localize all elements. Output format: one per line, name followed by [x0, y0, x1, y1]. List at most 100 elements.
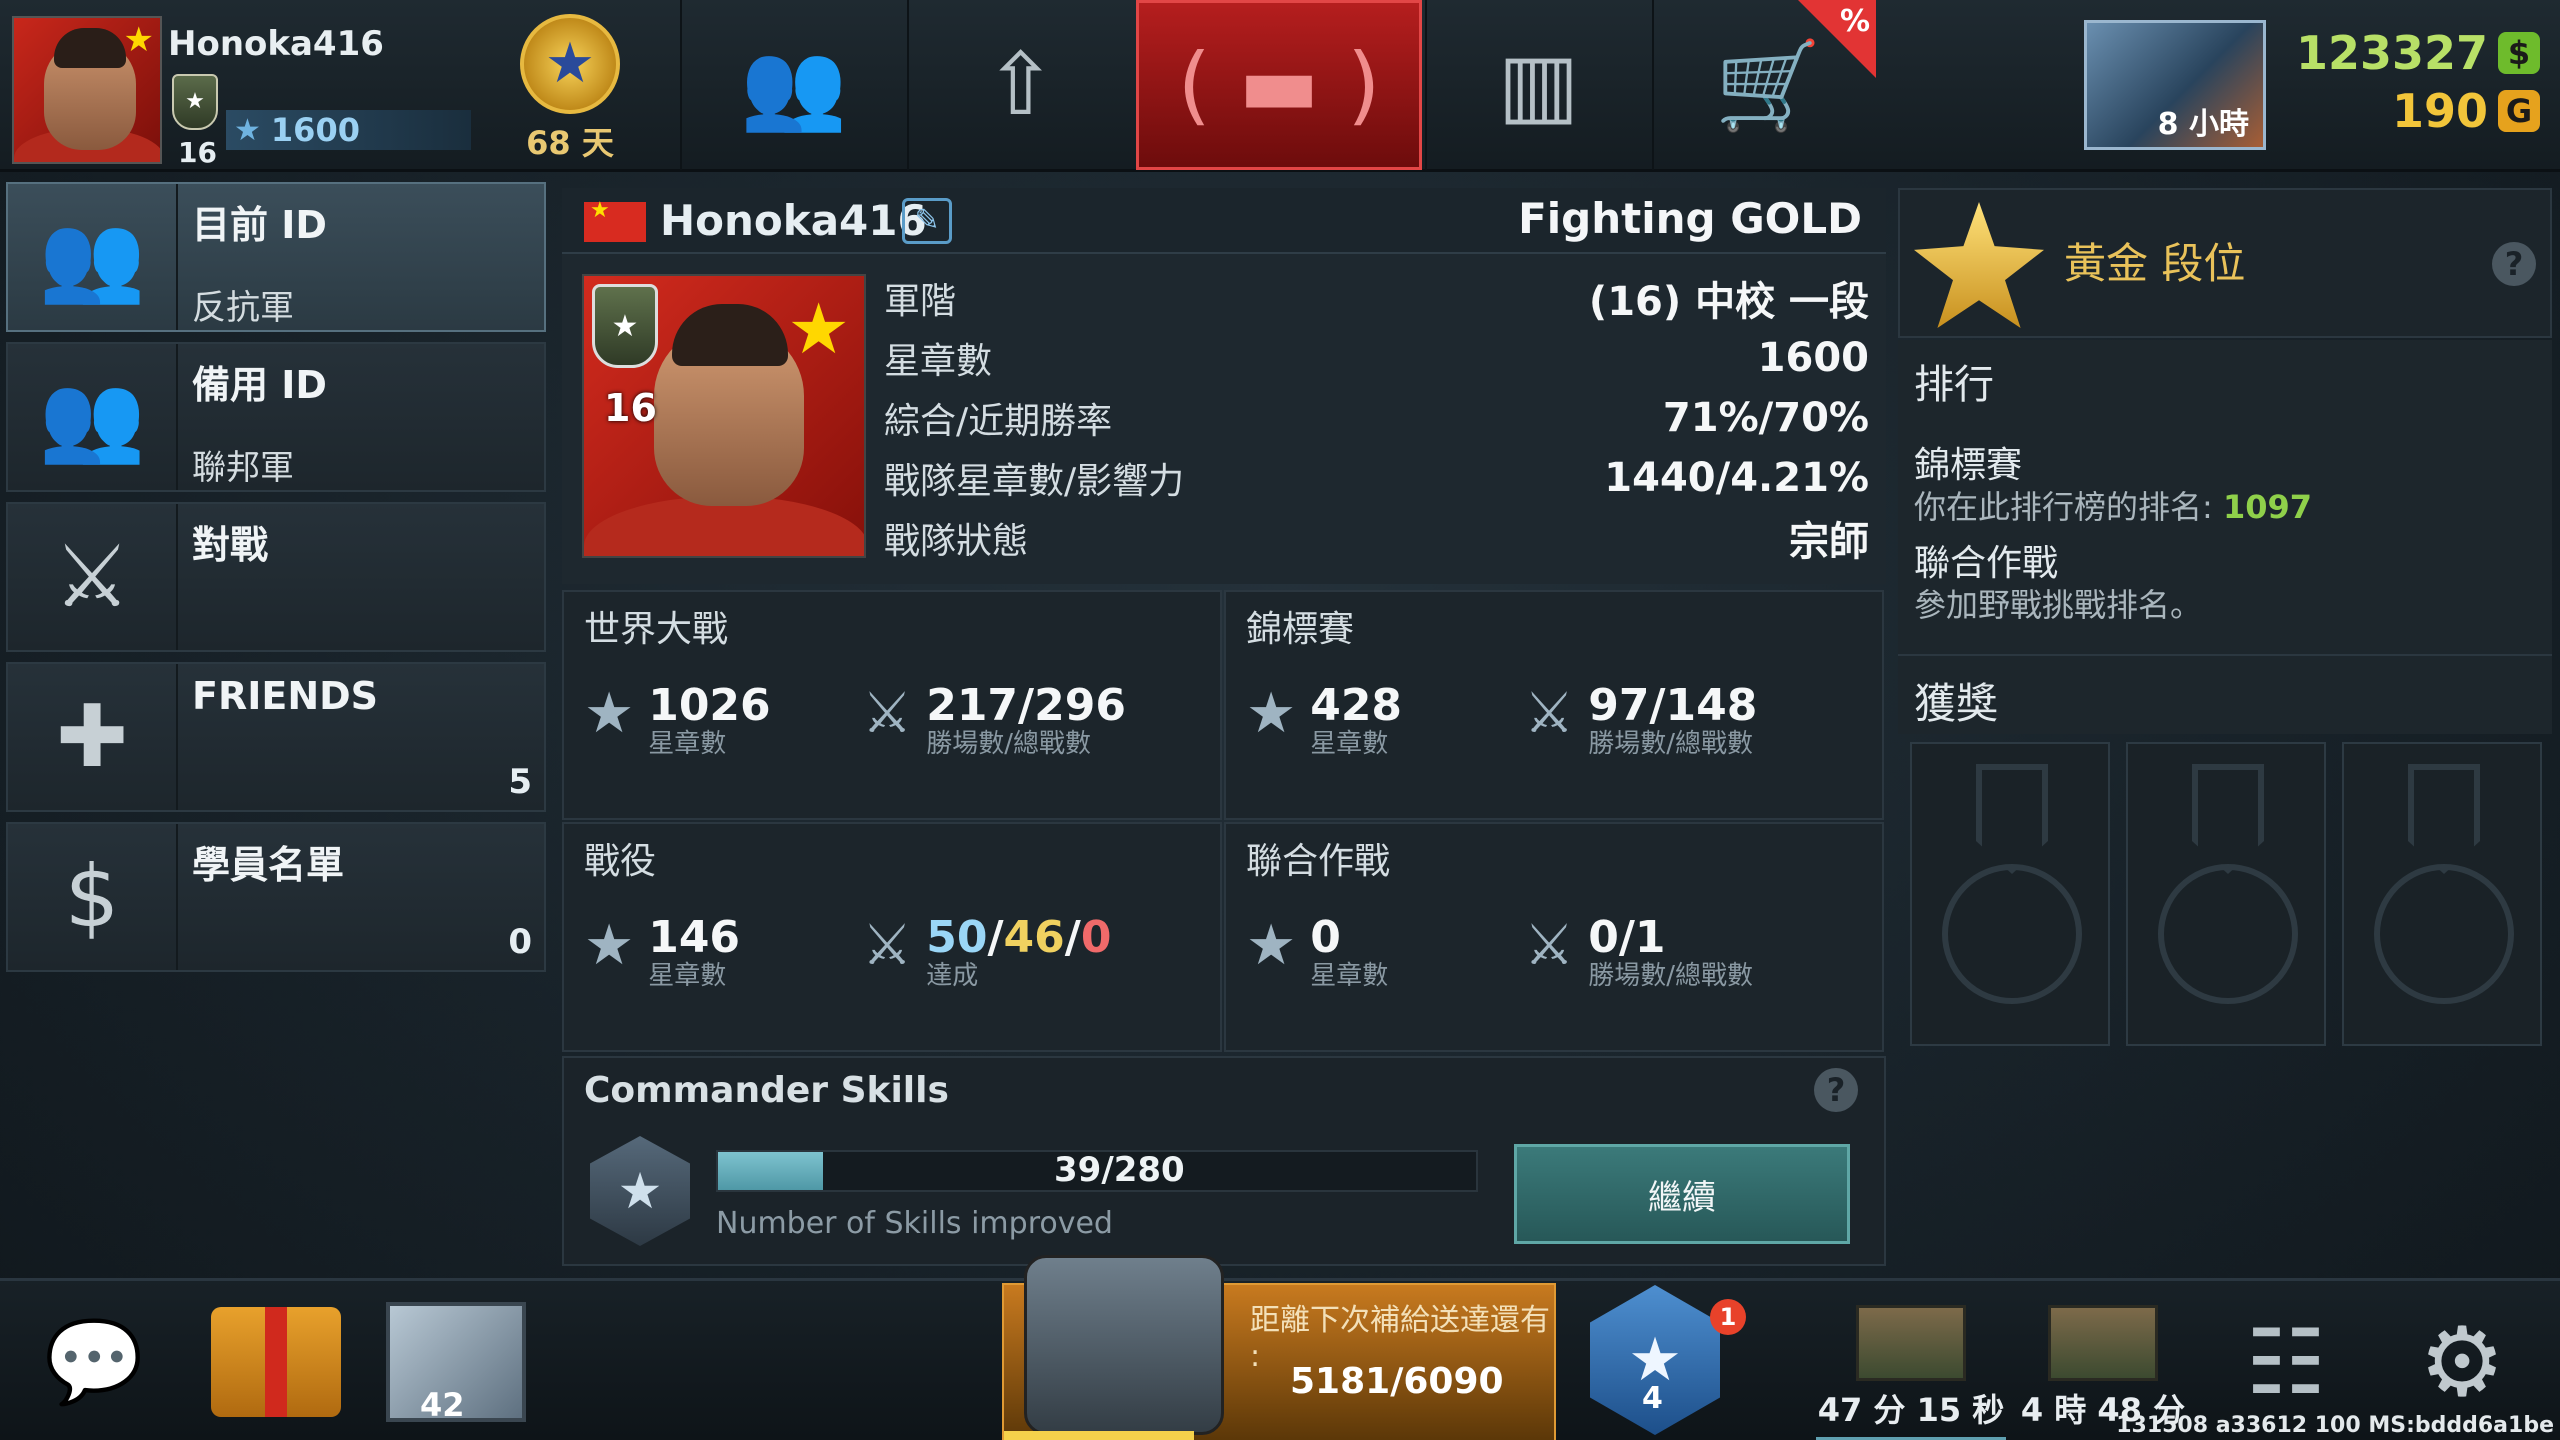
tab-leaderboard[interactable]: ▥ [1425, 0, 1650, 170]
award-slot[interactable] [2342, 742, 2542, 1046]
sidebar-item-friends[interactable]: ✚ FRIENDS 5 [6, 662, 546, 812]
crossed-swords-icon: ⚔ [8, 504, 178, 650]
checklist-icon: ☷ [2245, 1309, 2327, 1415]
star-score-value: 1600 [270, 111, 360, 149]
continue-button[interactable]: 繼續 [1514, 1144, 1850, 1244]
profile-name: Honoka416 [660, 196, 927, 245]
rank-insignia-icon: ★ [592, 284, 658, 368]
profile-body: ★ ★ 16 軍階 (16) 中校 一段 星章數 1600 綜合/近期勝率 71%/7… [562, 254, 1886, 584]
event-banner[interactable]: 8 小時 [2084, 20, 2266, 150]
soldiers-icon: 👥 [8, 344, 178, 490]
separator: / [1064, 912, 1081, 963]
flag-star-icon: ★ [787, 288, 850, 370]
upload-arrow-icon: ⇧ [984, 35, 1057, 135]
stat-value: 428 [1310, 680, 1403, 731]
cash-icon: $ [2498, 32, 2540, 74]
stat-record: ⚔ 97/148 勝場數/總戰數 [1524, 680, 1758, 759]
sidebar-item-backup-id[interactable]: 👥 備用 ID 聯邦軍 [6, 342, 546, 492]
stat-block-title: 錦標賽 [1246, 609, 1355, 650]
podium-icon: ▥ [1497, 35, 1580, 135]
info-key: 綜合/近期勝率 [884, 401, 1113, 442]
help-icon[interactable]: ? [1814, 1068, 1858, 1112]
stat-record: ⚔ 217/296 勝場數/總戰數 [862, 680, 1126, 759]
stat-value: 0 [1310, 912, 1341, 963]
gold-display[interactable]: 190 G [2280, 84, 2540, 138]
gear-icon: ⚙ [2418, 1306, 2506, 1418]
medal-icon [2192, 764, 2264, 874]
skills-label: Number of Skills improved [716, 1206, 1113, 1241]
stat-label: 勝場數/總戰數 [1588, 961, 1753, 991]
sidebar-item-title: 備用 ID [192, 363, 327, 407]
stat-stars: ★ 0 星章數 [1246, 912, 1389, 991]
gold-league-star-icon [1914, 202, 2044, 328]
stat-value: 217/296 [926, 680, 1126, 731]
crate-icon: 42 [386, 1302, 526, 1424]
player-avatar[interactable]: ★ [12, 16, 162, 164]
profile-portrait[interactable]: ★ ★ 16 [582, 274, 866, 558]
info-row: 星章數 1600 [884, 328, 1869, 388]
stat-value: 97/148 [1588, 680, 1758, 731]
people-icon: 👥 [739, 35, 848, 136]
player-name: Honoka416 [168, 24, 384, 64]
stars-icon: ★ [584, 681, 635, 746]
add-friends-icon: ✚ [8, 664, 178, 810]
sidebar: 👥 目前 ID 反抗軍 👥 備用 ID 聯邦軍 ⚔ 對戰 ✚ FRIENDS 5… [6, 182, 546, 982]
crate-button[interactable]: 42 [366, 1281, 546, 1440]
stat-record: ⚔ 50/46/0 達成 [862, 912, 1111, 991]
chat-button[interactable]: 💬 [4, 1281, 184, 1440]
awards-header: 獲獎 [1898, 654, 2552, 734]
crate-timer-1[interactable]: 47 分 15 秒 [1816, 1281, 2006, 1440]
championship-title: 錦標賽 [1914, 445, 2023, 486]
portrait-level: 16 [604, 386, 657, 430]
rank-level: 4 [1642, 1381, 1663, 1416]
info-row: 戰隊狀態 宗師 [884, 508, 1869, 568]
login-days-medal[interactable]: ★ 68 天 [505, 14, 635, 164]
stat-label: 勝場數/總戰數 [926, 729, 1091, 759]
award-slot[interactable] [2126, 742, 2326, 1046]
crossed-swords-icon: ⚔ [862, 913, 913, 978]
ranking-heading: 排行 [1914, 362, 1994, 408]
rank-insignia-icon: ★ [172, 74, 218, 130]
trainees-count: 0 [508, 922, 532, 962]
flag-star-icon: ★ [123, 20, 154, 60]
stat-stars: ★ 428 星章數 [1246, 680, 1403, 759]
stat-block-campaign: 戰役 ★ 146 星章數 ⚔ 50/46/0 達成 [562, 822, 1222, 1052]
sidebar-item-current-id[interactable]: 👥 目前 ID 反抗軍 [6, 182, 546, 332]
info-key: 星章數 [884, 341, 993, 382]
stat-label: 星章數 [648, 729, 727, 759]
crossed-swords-icon: ⚔ [1524, 913, 1575, 978]
skill-star-icon: ★ [590, 1136, 690, 1246]
tab-friends[interactable]: 👥 [680, 0, 905, 170]
sidebar-item-battle[interactable]: ⚔ 對戰 [6, 502, 546, 652]
stat-block-title: 世界大戰 [584, 609, 729, 650]
cash-amount: 123327 [2295, 26, 2488, 80]
crate-count: 42 [420, 1386, 465, 1424]
info-value: 1600 [1757, 335, 1869, 381]
tab-shop[interactable]: 🛒 % [1652, 0, 1882, 170]
gift-box-icon [211, 1307, 341, 1417]
cash-display[interactable]: 123327 $ [2280, 26, 2540, 80]
tank-icon: ( ▬ ) [1177, 35, 1381, 135]
edit-name-icon[interactable]: ✎ [902, 198, 952, 244]
gold-amount: 190 [2391, 84, 2488, 138]
sidebar-item-sub: 聯邦軍 [192, 448, 294, 488]
trainees-icon: $ [8, 824, 178, 970]
tab-upgrade[interactable]: ⇧ [907, 0, 1132, 170]
info-row: 軍階 (16) 中校 一段 [884, 268, 1869, 328]
supply-drop[interactable]: 距離下次補給送達還有: 5181/6090 [1002, 1255, 1556, 1440]
award-slot[interactable] [1910, 742, 2110, 1046]
crossed-swords-icon: ⚔ [1524, 681, 1575, 746]
tab-battle[interactable]: ( ▬ ) [1136, 0, 1422, 170]
gift-button[interactable] [186, 1281, 366, 1440]
player-card[interactable]: ★ Honoka416 ★ 16 ★ 1600 [8, 10, 471, 169]
sidebar-item-trainees[interactable]: $ 學員名單 0 [6, 822, 546, 972]
ammo-crate-icon [1856, 1305, 1966, 1381]
help-icon[interactable]: ? [2492, 242, 2536, 286]
awards-heading: 獲獎 [1914, 679, 1999, 728]
stat-label: 星章數 [1310, 961, 1389, 991]
stat-block-joint-ops: 聯合作戰 ★ 0 星章數 ⚔ 0/1 勝場數/總戰數 [1224, 822, 1884, 1052]
bottom-bar: 💬 42 距離下次補給送達還有: 5181/6090 ★ 4 1 47 分 15… [0, 1255, 2560, 1440]
chat-icon: 💬 [44, 1315, 144, 1408]
stat-block-title: 聯合作戰 [1246, 841, 1391, 882]
league-name: Fighting GOLD [1518, 194, 1862, 243]
